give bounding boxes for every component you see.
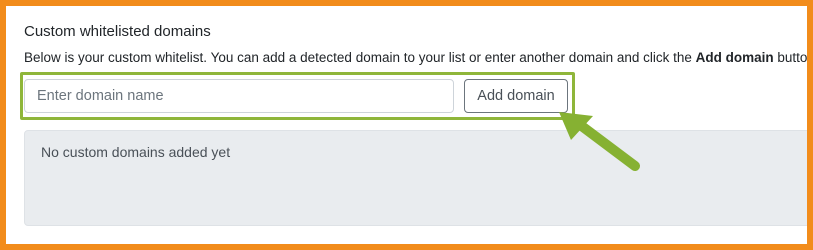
whitelist-panel: Custom whitelisted domains Below is your… (12, 12, 808, 244)
section-description: Below is your custom whitelist. You can … (24, 50, 808, 65)
section-title: Custom whitelisted domains (24, 23, 211, 40)
custom-domains-list: No custom domains added yet (24, 130, 807, 226)
empty-list-message: No custom domains added yet (41, 144, 231, 160)
description-bold-text: Add domain (695, 50, 774, 65)
screenshot-frame: Custom whitelisted domains Below is your… (0, 0, 813, 250)
domain-input[interactable] (24, 79, 454, 113)
description-suffix-text: button. (777, 50, 808, 65)
description-text: Below is your custom whitelist. You can … (24, 50, 696, 65)
add-domain-button[interactable]: Add domain (464, 79, 568, 113)
arrow-pointer-icon (559, 112, 640, 171)
